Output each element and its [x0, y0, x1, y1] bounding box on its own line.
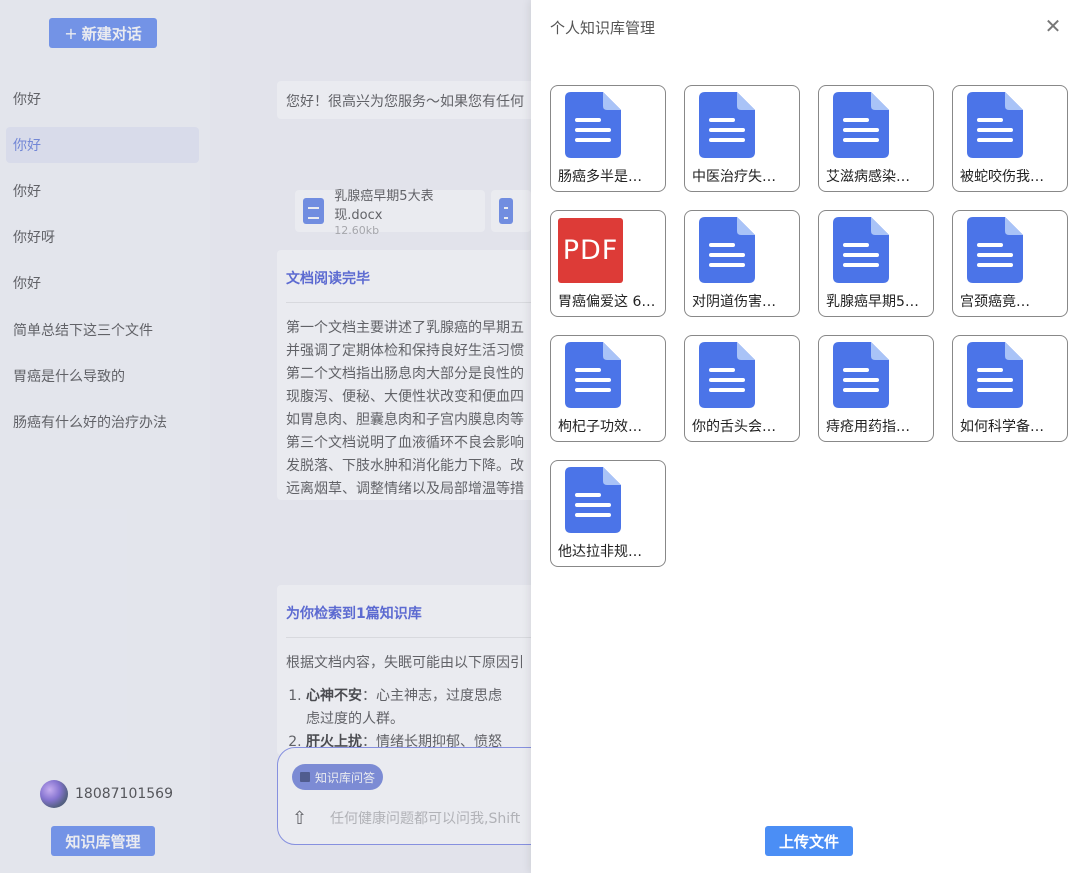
file-card-name: 胃癌偏爱这 6…: [558, 294, 656, 310]
file-card-name: 乳腺癌早期5…: [826, 294, 919, 310]
file-card-name: 中医治疗失…: [692, 169, 776, 185]
file-card-name: 他达拉非规…: [558, 544, 642, 560]
file-card[interactable]: 他达拉非规…: [550, 460, 666, 567]
file-card[interactable]: 如何科学备…: [952, 335, 1068, 442]
file-card[interactable]: 肠癌多半是…: [550, 85, 666, 192]
file-card-name: 痔疮用药指…: [826, 419, 910, 435]
modal-overlay[interactable]: [0, 0, 531, 873]
document-icon: [699, 92, 755, 158]
file-card[interactable]: 宫颈癌竟…: [952, 210, 1068, 317]
document-icon: [565, 467, 621, 533]
document-icon: [699, 342, 755, 408]
file-card-name: 如何科学备…: [960, 419, 1044, 435]
upload-file-button[interactable]: 上传文件: [765, 826, 853, 856]
document-icon: [699, 217, 755, 283]
file-card-name: 被蛇咬伤我…: [960, 169, 1044, 185]
file-card[interactable]: 被蛇咬伤我…: [952, 85, 1068, 192]
document-icon: [967, 342, 1023, 408]
document-icon: [967, 217, 1023, 283]
file-card[interactable]: 你的舌头会…: [684, 335, 800, 442]
pdf-icon: PDF: [558, 218, 623, 283]
file-card[interactable]: 痔疮用药指…: [818, 335, 934, 442]
file-card[interactable]: 乳腺癌早期5…: [818, 210, 934, 317]
knowledge-base-drawer: 个人知识库管理 ✕ 肠癌多半是… 中医治疗失… 艾滋病感染… 被蛇咬伤我… PDF 胃癌偏…: [531, 0, 1080, 873]
file-card[interactable]: 艾滋病感染…: [818, 85, 934, 192]
document-icon: [967, 92, 1023, 158]
document-icon: [833, 217, 889, 283]
close-icon[interactable]: ✕: [1043, 14, 1063, 38]
file-card[interactable]: 中医治疗失…: [684, 85, 800, 192]
file-card-name: 宫颈癌竟…: [960, 294, 1030, 310]
file-card-name: 你的舌头会…: [692, 419, 776, 435]
document-icon: [565, 342, 621, 408]
document-icon: [565, 92, 621, 158]
file-card-name: 肠癌多半是…: [558, 169, 642, 185]
file-card[interactable]: PDF 胃癌偏爱这 6…: [550, 210, 666, 317]
file-card-name: 对阴道伤害…: [692, 294, 776, 310]
document-icon: [833, 92, 889, 158]
file-card-name: 枸杞子功效…: [558, 419, 642, 435]
file-card[interactable]: 对阴道伤害…: [684, 210, 800, 317]
document-icon: [833, 342, 889, 408]
file-card-name: 艾滋病感染…: [826, 169, 910, 185]
file-card[interactable]: 枸杞子功效…: [550, 335, 666, 442]
drawer-title: 个人知识库管理: [550, 19, 656, 37]
